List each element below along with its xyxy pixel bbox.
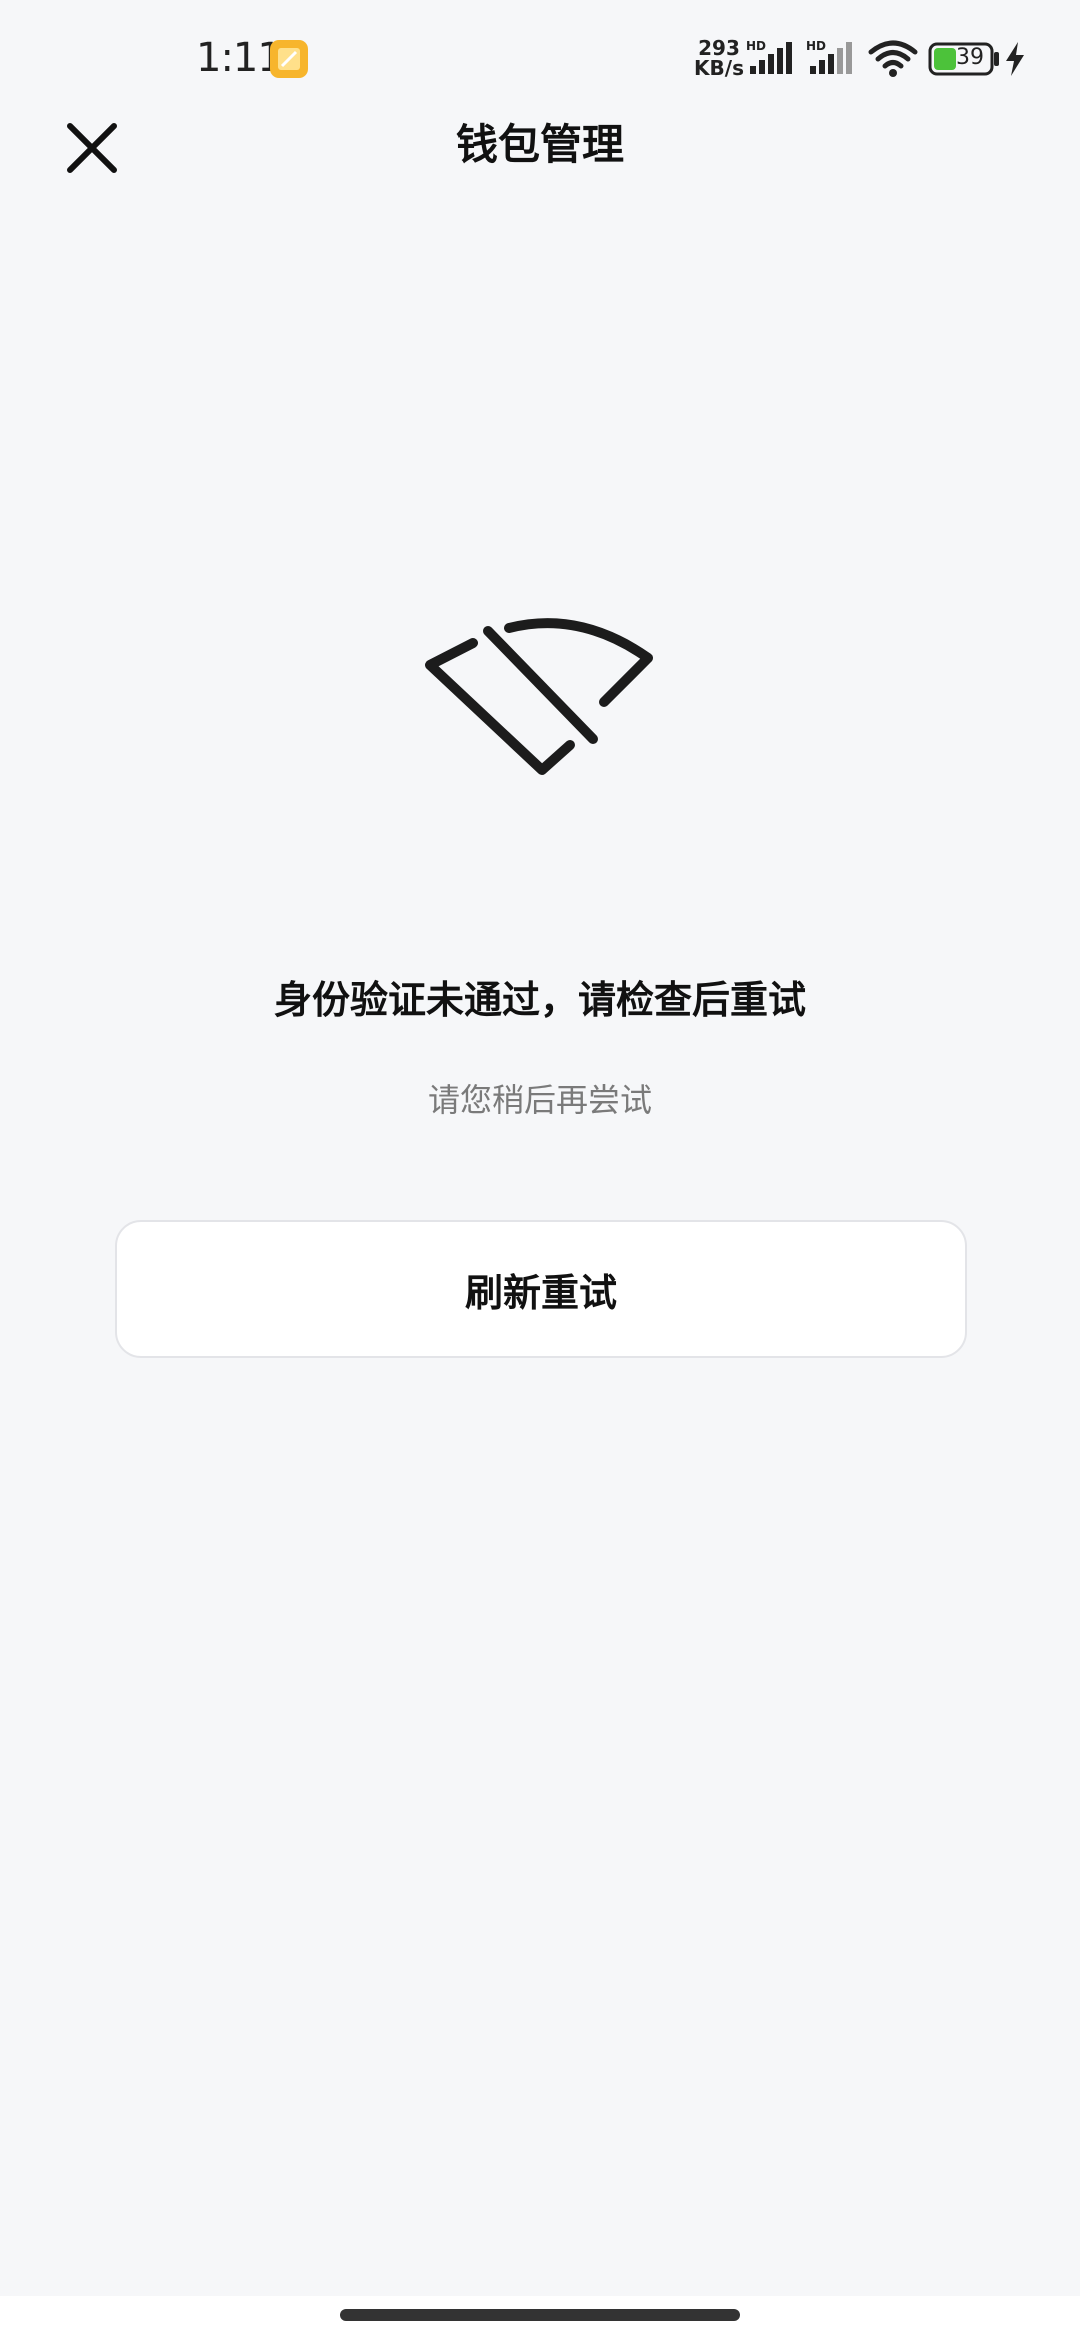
charging-icon [1006,42,1024,76]
cellular-signal-icon: HD [806,40,852,74]
network-speed: 293 KB/s [694,38,744,78]
home-indicator[interactable] [340,2309,740,2321]
broken-signal-icon [425,618,653,775]
retry-button-label: 刷新重试 [464,1270,617,1315]
battery-level: 39 [956,45,984,70]
cellular-signal-icon: HD [746,40,792,74]
signal-2-label: HD [806,40,826,53]
error-title: 身份验证未通过，请检查后重试 [273,978,806,1022]
error-subtitle: 请您稍后再尝试 [427,1081,652,1119]
status-time: 1:11 [196,35,283,81]
retry-button[interactable]: 刷新重试 [115,1220,967,1358]
wifi-icon [868,40,918,77]
page-title: 钱包管理 [455,120,624,169]
signal-1-label: HD [746,40,766,53]
status-bar: 1:11 293 KB/s HD HD 39 [0,0,1080,120]
network-speed-unit: KB/s [694,56,744,80]
notes-app-icon [270,40,308,78]
network-speed-value: 293 [698,36,740,60]
